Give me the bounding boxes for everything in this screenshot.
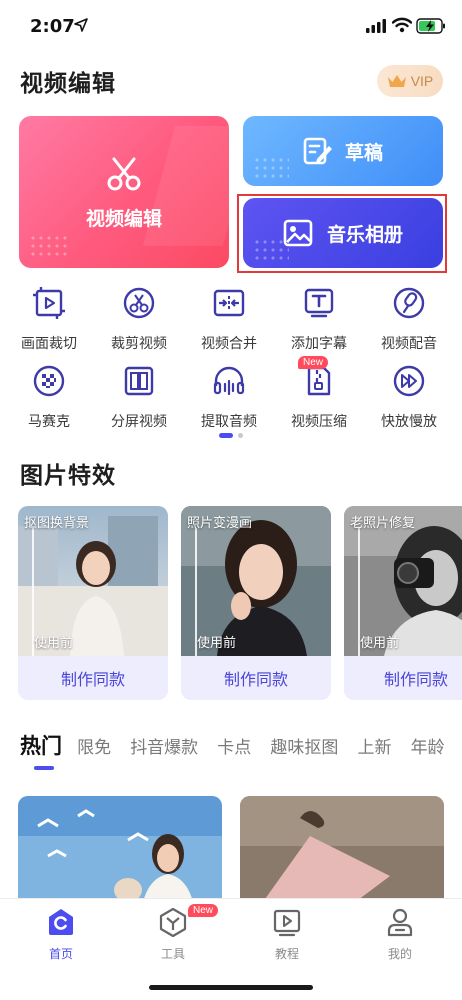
extract-audio-icon <box>213 366 245 396</box>
template-thumbnail <box>18 796 222 906</box>
tool-dubbing[interactable]: 视频配音 <box>364 286 454 353</box>
tool-split-screen[interactable]: 分屏视频 <box>94 364 184 431</box>
category-tabs: 热门 限免 抖音爆款 卡点 趣味抠图 上新 年龄 <box>20 730 459 770</box>
tool-speed[interactable]: 快放慢放 <box>364 364 454 431</box>
tool-compress[interactable]: New 视频压缩 <box>274 356 364 431</box>
compress-icon <box>307 366 331 396</box>
music-album-label: 音乐相册 <box>326 223 403 246</box>
wifi-icon <box>392 17 412 33</box>
dubbing-icon <box>393 287 425 319</box>
tools-icon <box>159 907 187 938</box>
effect-card-cartoon[interactable]: 照片变漫画 使用前 制作同款 <box>181 506 331 700</box>
home-icon <box>49 909 73 935</box>
music-album-card[interactable]: 音乐相册 <box>243 198 443 268</box>
template-thumbnail <box>240 796 444 906</box>
new-badge: New <box>188 904 219 917</box>
effect-card-old-photo[interactable]: 老照片修复 使用前 制作同款 <box>344 506 462 700</box>
tool-cut-video[interactable]: 裁剪视频 <box>94 286 184 353</box>
tab-hot[interactable]: 热门 <box>20 730 62 760</box>
merge-icon <box>213 289 245 317</box>
make-same-button[interactable]: 制作同款 <box>181 656 331 700</box>
tool-extract-audio[interactable]: 提取音频 <box>184 364 274 431</box>
status-time: 2:07 <box>30 16 75 37</box>
effect-card-cutout[interactable]: 抠图换背景 使用前 制作同款 <box>18 506 168 700</box>
scissors-icon <box>107 157 141 191</box>
tab-new[interactable]: 上新 <box>357 733 391 758</box>
video-edit-label: 视频编辑 <box>85 208 162 230</box>
nav-tutorial[interactable]: 教程 <box>252 907 322 962</box>
active-tab-indicator <box>34 766 54 770</box>
profile-icon <box>387 908 413 937</box>
photo-album-icon <box>283 219 313 247</box>
status-bar: 2:07 <box>0 0 462 54</box>
tool-merge[interactable]: 视频合并 <box>184 286 274 353</box>
battery-charging-icon <box>416 18 445 34</box>
draft-card[interactable]: 草稿 <box>243 116 443 186</box>
page-title: 视频编辑 <box>20 71 116 97</box>
template-card[interactable] <box>240 796 444 906</box>
vip-label: VIP <box>410 73 434 89</box>
video-edit-card[interactable]: 视频编辑 <box>19 116 229 268</box>
location-arrow-icon <box>74 18 88 32</box>
speed-icon <box>393 365 425 397</box>
subtitle-icon <box>304 288 334 318</box>
tool-mosaic[interactable]: 马赛克 <box>4 364 94 431</box>
home-indicator <box>149 985 313 990</box>
nav-home[interactable]: 首页 <box>26 907 96 962</box>
vip-button[interactable]: VIP <box>377 65 443 97</box>
cellular-signal-icon <box>366 19 386 33</box>
tutorial-icon <box>273 909 301 937</box>
tool-subtitle[interactable]: 添加字幕 <box>274 286 364 353</box>
mosaic-icon <box>33 365 65 397</box>
cut-video-icon <box>123 287 155 319</box>
template-card[interactable] <box>18 796 222 906</box>
crown-icon <box>387 75 406 87</box>
draft-edit-icon <box>303 137 332 165</box>
make-same-button[interactable]: 制作同款 <box>344 656 462 700</box>
nav-profile[interactable]: 我的 <box>365 907 435 962</box>
tab-douyin[interactable]: 抖音爆款 <box>130 733 198 758</box>
tab-beat[interactable]: 卡点 <box>217 733 251 758</box>
tab-free[interactable]: 限免 <box>77 733 111 758</box>
make-same-button[interactable]: 制作同款 <box>18 656 168 700</box>
tab-age[interactable]: 年龄 <box>411 733 445 758</box>
section-title-image-effects: 图片特效 <box>20 463 116 489</box>
split-screen-icon <box>124 366 154 396</box>
crop-icon <box>33 287 65 319</box>
draft-label: 草稿 <box>344 141 383 164</box>
tab-cutout[interactable]: 趣味抠图 <box>270 733 338 758</box>
new-badge: New <box>298 356 329 369</box>
tool-crop[interactable]: 画面裁切 <box>4 286 94 353</box>
